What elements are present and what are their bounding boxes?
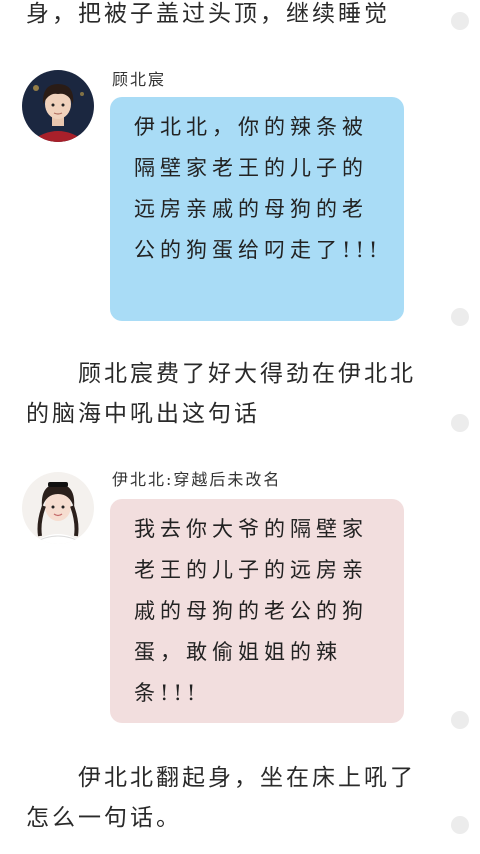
speaker-name: 顾北宸 [112, 70, 167, 89]
avatar-girl-image [22, 472, 94, 544]
avatar-yi-beibei[interactable] [22, 472, 94, 544]
chat-bubble: 我去你大爷的隔壁家老王的儿子的远房亲戚的母狗的老公的狗蛋，敢偷姐姐的辣条!!! [110, 499, 404, 723]
avatar-gu-beichen[interactable] [22, 70, 94, 142]
chat-bubble: 伊北北，你的辣条被隔壁家老王的儿子的远房亲戚的母狗的老公的狗蛋给叼走了!!! [110, 97, 404, 321]
paragraph-comment-dot[interactable] [451, 414, 469, 432]
paragraph-comment-dot[interactable] [451, 308, 469, 326]
paragraph-comment-dot[interactable] [451, 12, 469, 30]
story-paragraph-middle: 顾北宸费了好大得劲在伊北北的脑海中吼出这句话 [26, 361, 416, 427]
story-paragraph-bottom: 伊北北翻起身，坐在床上吼了怎么一句话。 [26, 765, 416, 831]
chat-story-page: 身，把被子盖过头顶，继续睡觉 顾北宸 伊北北，你的辣条被隔壁家老王的儿子的远房亲… [0, 0, 480, 854]
paragraph-comment-dot[interactable] [451, 816, 469, 834]
story-paragraph-top: 身，把被子盖过头顶，继续睡觉 [26, 1, 390, 27]
paragraph-comment-dot[interactable] [451, 711, 469, 729]
speaker-name: 伊北北:穿越后未改名 [112, 470, 282, 489]
avatar-boy-image [22, 70, 94, 142]
